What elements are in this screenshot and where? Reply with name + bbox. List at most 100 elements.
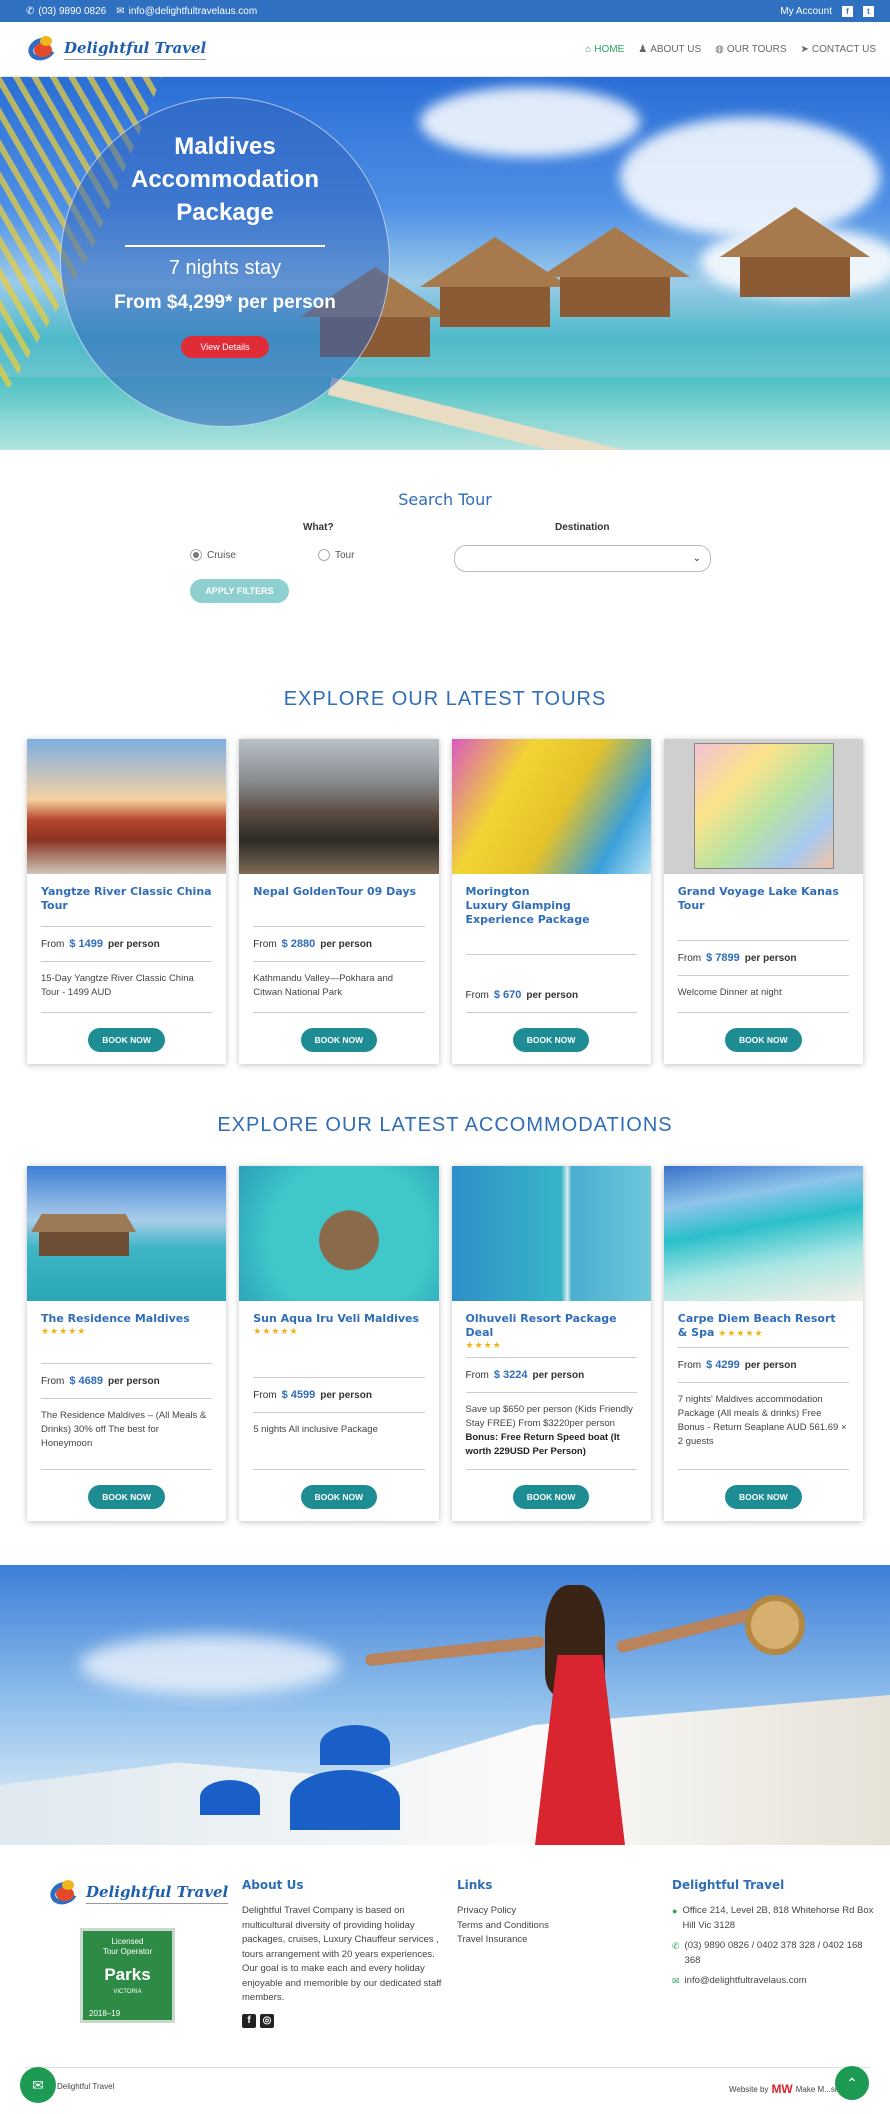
book-now-button[interactable]: BOOK NOW	[725, 1485, 802, 1509]
tour-card[interactable]: Grand Voyage Lake Kanas Tour From $ 7899…	[663, 739, 863, 1064]
tour-description: 15-Day Yangtze River Classic China Tour …	[41, 973, 194, 998]
footer-logo[interactable]: Delightful Travel	[47, 1877, 229, 1909]
accommodation-card[interactable]: Sun Aqua Iru Veli Maldives ★★★★★ From $ …	[239, 1166, 439, 1521]
scroll-to-top-button[interactable]: ⌃	[835, 2066, 869, 2100]
tour-image-nepal-temples[interactable]	[239, 739, 439, 874]
tour-image-china-palace[interactable]	[27, 739, 227, 874]
instagram-icon[interactable]: ◎	[260, 2013, 274, 2028]
main-nav: ⌂ HOME ♟ ABOUT US ◍ OUR TOURS ➤ CONTACT …	[585, 44, 876, 55]
footer-about: About Us Delightful Travel Company is ba…	[242, 1878, 442, 2028]
privacy-policy-link[interactable]: Privacy Policy	[457, 1904, 637, 1919]
tour-title[interactable]: Grand Voyage Lake Kanas Tour	[678, 885, 849, 933]
email-link[interactable]: ✉ info@delightfultravelaus.com	[116, 6, 257, 17]
book-now-button[interactable]: BOOK NOW	[512, 1485, 590, 1509]
chat-button[interactable]: ✉	[20, 2067, 56, 2103]
star-rating-icon: ★★★★	[465, 1340, 502, 1350]
user-icon: ♟	[638, 43, 648, 55]
latest-accommodations-section: EXPLORE OUR LATEST ACCOMMODATIONS	[0, 1114, 890, 1137]
accommodation-image-iru-veli[interactable]	[239, 1166, 439, 1301]
chevron-up-icon: ⌃	[846, 2074, 858, 2091]
santorini-banner-image	[0, 1565, 890, 1845]
tour-price: From $ 1499 per person	[41, 938, 160, 950]
apply-filters-button[interactable]: APPLY FILTERS	[190, 579, 289, 603]
woman-figure	[364, 1585, 805, 1845]
book-now-button[interactable]: BOOK NOW	[300, 1485, 378, 1509]
star-rating-icon: ★★★★★	[41, 1326, 87, 1336]
tour-price: From $ 2880 per person	[253, 938, 372, 950]
star-rating-icon: ★★★★★	[253, 1326, 299, 1336]
envelope-icon: ✉	[32, 2076, 44, 2093]
twitter-icon[interactable]: t	[863, 5, 874, 17]
tour-card[interactable]: Yangtze River Classic China Tour From $ …	[27, 739, 227, 1064]
tour-price: From $ 7899 per person	[677, 952, 797, 964]
travel-insurance-link[interactable]: Travel Insurance	[457, 1933, 637, 1948]
accommodation-card[interactable]: Carpe Diem Beach Resort & Spa ★★★★★ From…	[663, 1166, 863, 1521]
tour-image-glamping-tent[interactable]	[451, 739, 651, 874]
nav-about-us[interactable]: ♟ ABOUT US	[638, 44, 701, 55]
site-logo[interactable]: Delightful Travel	[25, 33, 207, 65]
site-footer: Delightful Travel Licensed Tour Operator…	[0, 1850, 890, 2114]
accommodation-description: Save up $650 per person (Kids Friendly S…	[465, 1404, 633, 1457]
accommodation-image-carpe-diem[interactable]	[663, 1166, 863, 1301]
accommodation-image-olhuveli[interactable]	[451, 1166, 651, 1301]
phone-icon: ✆	[672, 1941, 680, 1951]
hero-banner: Maldives Accommodation Package 7 nights …	[0, 77, 890, 450]
accommodations-list: The Residence Maldives ★★★★★ From $ 4689…	[0, 1166, 890, 1521]
home-icon: ⌂	[585, 43, 592, 55]
book-now-button[interactable]: BOOK NOW	[88, 1028, 165, 1052]
accommodation-title[interactable]: Olhuveli Resort Package Deal	[466, 1312, 637, 1340]
globe-icon: ◍	[715, 43, 724, 55]
accommodation-price: From $ 3224 per person	[465, 1369, 585, 1381]
book-now-button[interactable]: BOOK NOW	[512, 1028, 590, 1052]
logo-swirl-icon	[25, 33, 60, 65]
tour-card[interactable]: Nepal GoldenTour 09 Days From $ 2880 per…	[239, 739, 439, 1064]
nav-our-tours[interactable]: ◍ OUR TOURS	[715, 44, 786, 55]
radio-cruise[interactable]: Cruise	[190, 549, 236, 561]
tour-description: Kathmandu Valley—Pokhara and Citwan Nati…	[253, 973, 394, 998]
nav-contact-us[interactable]: ➤ CONTACT US	[801, 44, 876, 55]
accommodation-description: 7 nights' Maldives accommodation Package…	[677, 1394, 847, 1447]
terms-link[interactable]: Terms and Conditions	[457, 1919, 637, 1934]
accommodation-title[interactable]: Carpe Diem Beach Resort & Spa ★★★★★	[678, 1312, 849, 1340]
hero-price: From $4,299* per person	[114, 292, 336, 313]
book-now-button[interactable]: BOOK NOW	[725, 1028, 802, 1052]
radio-tour[interactable]: Tour	[318, 549, 354, 561]
tour-image-china-map[interactable]	[663, 739, 863, 874]
facebook-icon[interactable]: f	[842, 5, 853, 17]
what-label: What?	[303, 522, 334, 533]
book-now-button[interactable]: BOOK NOW	[300, 1028, 378, 1052]
accommodation-card[interactable]: The Residence Maldives ★★★★★ From $ 4689…	[27, 1166, 227, 1521]
destination-select[interactable]: ⌄	[454, 545, 711, 572]
phone-link[interactable]: ✆ (03) 9890 0826	[26, 6, 106, 17]
hero-title: Maldives Accommodation Package	[130, 133, 319, 226]
nav-home[interactable]: ⌂ HOME	[585, 44, 624, 55]
site-header: Delightful Travel ⌂ HOME ♟ ABOUT US ◍ OU…	[0, 22, 890, 77]
accommodation-price: From $ 4299 per person	[677, 1359, 797, 1371]
tour-description	[466, 962, 637, 985]
accommodation-card[interactable]: Olhuveli Resort Package Deal ★★★★ From $…	[451, 1166, 651, 1521]
destination-label: Destination	[555, 522, 610, 533]
hero-promo-circle: Maldives Accommodation Package 7 nights …	[60, 97, 390, 427]
accommodation-image-residence[interactable]	[27, 1166, 227, 1301]
accommodation-title[interactable]: Sun Aqua Iru Veli Maldives	[253, 1312, 424, 1326]
tour-title[interactable]: Yangtze River Classic China Tour	[41, 885, 212, 919]
book-now-button[interactable]: BOOK NOW	[88, 1485, 165, 1509]
footer-email-link[interactable]: ✉ info@delightfultravelaus.com	[672, 1974, 877, 1989]
view-details-button[interactable]: View Details	[181, 336, 269, 358]
map-pin-icon: ●	[672, 1906, 678, 1916]
accommodation-description: The Residence Maldives – (All Meals & Dr…	[41, 1410, 207, 1449]
facebook-icon[interactable]: f	[242, 2013, 256, 2028]
phone-icon: ✆	[26, 5, 35, 17]
tour-card[interactable]: Morington Luxury Glamping Experience Pac…	[451, 739, 651, 1064]
tour-title[interactable]: Morington Luxury Glamping Experience Pac…	[466, 885, 637, 947]
top-bar: ✆ (03) 9890 0826 ✉ info@delightfultravel…	[0, 0, 890, 22]
website-credit[interactable]: Website by MW Make M...site	[729, 2082, 843, 2096]
logo-swirl-icon	[47, 1877, 82, 1909]
tour-title[interactable]: Nepal GoldenTour 09 Days	[253, 885, 424, 919]
tour-price: From $ 670 per person	[465, 989, 579, 1001]
accommodation-price: From $ 4599 per person	[253, 1389, 372, 1401]
tours-list: Yangtze River Classic China Tour From $ …	[0, 739, 890, 1064]
footer-contact: Delightful Travel ● Office 214, Level 2B,…	[672, 1878, 877, 1995]
my-account-link[interactable]: My Account	[780, 6, 832, 17]
accommodation-title[interactable]: The Residence Maldives	[41, 1312, 212, 1326]
